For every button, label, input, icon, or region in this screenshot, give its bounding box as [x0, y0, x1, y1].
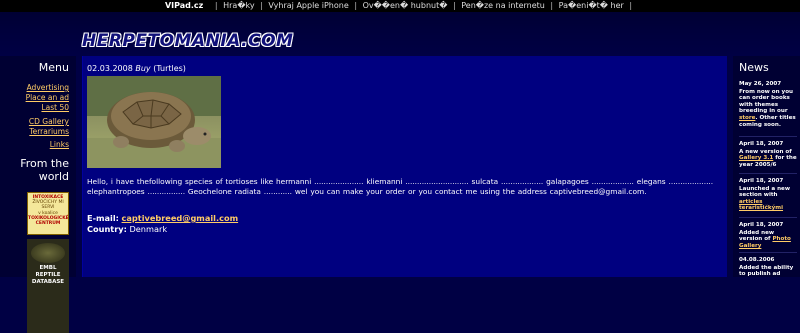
news-date: April 18, 2007	[739, 141, 784, 147]
separator: |	[354, 1, 358, 10]
banner-text: EMBL REPTILE DATABASE	[27, 265, 69, 286]
menu-link-terrariums[interactable]: Terrariums	[29, 127, 69, 136]
news-text: Added the ability to publish ad	[739, 264, 794, 278]
post-category: Buy	[135, 64, 151, 73]
vipad-brand-link[interactable]: VIPad.cz	[165, 1, 203, 10]
news-item: April 18, 2007 A new version of Gallery …	[739, 141, 797, 168]
divider	[739, 217, 797, 218]
tortoise-photo[interactable]	[87, 76, 221, 168]
left-sidebar: Menu Advertising Place an ad Last 50 CD …	[0, 56, 76, 333]
news-link[interactable]: Gallery 3.1	[739, 155, 773, 161]
news-link[interactable]: store	[739, 115, 755, 121]
email-link[interactable]: captivebreed@gmail.com	[122, 213, 239, 223]
top-link-money[interactable]: Pen�ze na internetu	[461, 1, 545, 10]
news-item: 04.08.2006 Added the ability to publish …	[739, 257, 797, 278]
ad-description: Hello, i have thefollowing species of to…	[87, 177, 714, 197]
top-link-bar: VIPad.cz | Hra�ky | Vyhraj Apple iPhone …	[0, 0, 800, 12]
post-header: 02.03.2008 Buy (Turtles)	[87, 64, 186, 73]
separator: |	[629, 1, 633, 10]
toxicology-center-banner[interactable]: INTOXIKACE ŽIVOČICHY MI SERVI v koalice …	[27, 192, 69, 235]
site-header: HERPETOMANIA.COM	[0, 12, 800, 56]
news-text: A new version of	[739, 148, 792, 155]
separator: |	[550, 1, 554, 10]
news-item: April 18, 2007 Added new version of Phot…	[739, 222, 797, 249]
top-link-iphone[interactable]: Vyhraj Apple iPhone	[268, 1, 348, 10]
site-logo[interactable]: HERPETOMANIA.COM	[82, 31, 293, 51]
post-subcategory: (Turtles)	[153, 64, 186, 73]
country-value: Denmark	[129, 224, 168, 234]
menu-heading: Menu	[38, 61, 69, 74]
divider	[739, 252, 797, 253]
news-date: 04.08.2006	[739, 257, 775, 263]
news-link[interactable]: articles terarističkými	[739, 199, 783, 212]
news-sidebar: News May 26, 2007 From now on you can or…	[733, 56, 800, 277]
menu-link-advertising[interactable]: Advertising	[27, 83, 69, 92]
menu-link-last-50[interactable]: Last 50	[41, 103, 69, 112]
news-item: April 18, 2007 Launched a new section wi…	[739, 178, 797, 212]
email-label: E-mail:	[87, 213, 119, 223]
banner-line: DATABASE	[31, 279, 65, 285]
country-label: Country:	[87, 224, 127, 234]
banner-line: CENTRUM	[35, 221, 61, 227]
contact-info: E-mail: captivebreed@gmail.com Country: …	[87, 213, 238, 235]
embl-reptile-database-banner[interactable]: EMBL REPTILE DATABASE	[27, 239, 69, 333]
from-the-world-heading: From the world	[20, 157, 69, 183]
news-heading: News	[739, 61, 769, 74]
news-text: Launched a new section with	[739, 185, 791, 199]
separator: |	[214, 1, 218, 10]
news-text: Added new version of	[739, 229, 775, 243]
top-link-weight-loss[interactable]: Ov��en� hubnut�	[363, 1, 448, 10]
divider	[739, 136, 797, 137]
tortoise-image	[87, 76, 221, 168]
news-date: May 26, 2007	[739, 81, 782, 87]
menu-link-links[interactable]: Links	[50, 140, 69, 149]
news-date: April 18, 2007	[739, 178, 784, 184]
top-link-games[interactable]: Hra�ky	[223, 1, 255, 10]
lizard-image	[31, 243, 65, 263]
separator: |	[452, 1, 456, 10]
divider	[739, 173, 797, 174]
main-content: 02.03.2008 Buy (Turtles) Hello, i have t…	[82, 56, 727, 277]
menu-link-place-ad[interactable]: Place an ad	[26, 93, 69, 102]
menu-link-cd-gallery[interactable]: CD Gallery	[29, 117, 69, 126]
news-date: April 18, 2007	[739, 222, 784, 228]
news-item: May 26, 2007 From now on you can order b…	[739, 81, 797, 128]
post-date: 02.03.2008	[87, 64, 133, 73]
top-link-games-paradise[interactable]: Pa�eni�t� her	[559, 1, 624, 10]
news-text: From now on you can order books with the…	[739, 88, 794, 115]
separator: |	[260, 1, 263, 10]
